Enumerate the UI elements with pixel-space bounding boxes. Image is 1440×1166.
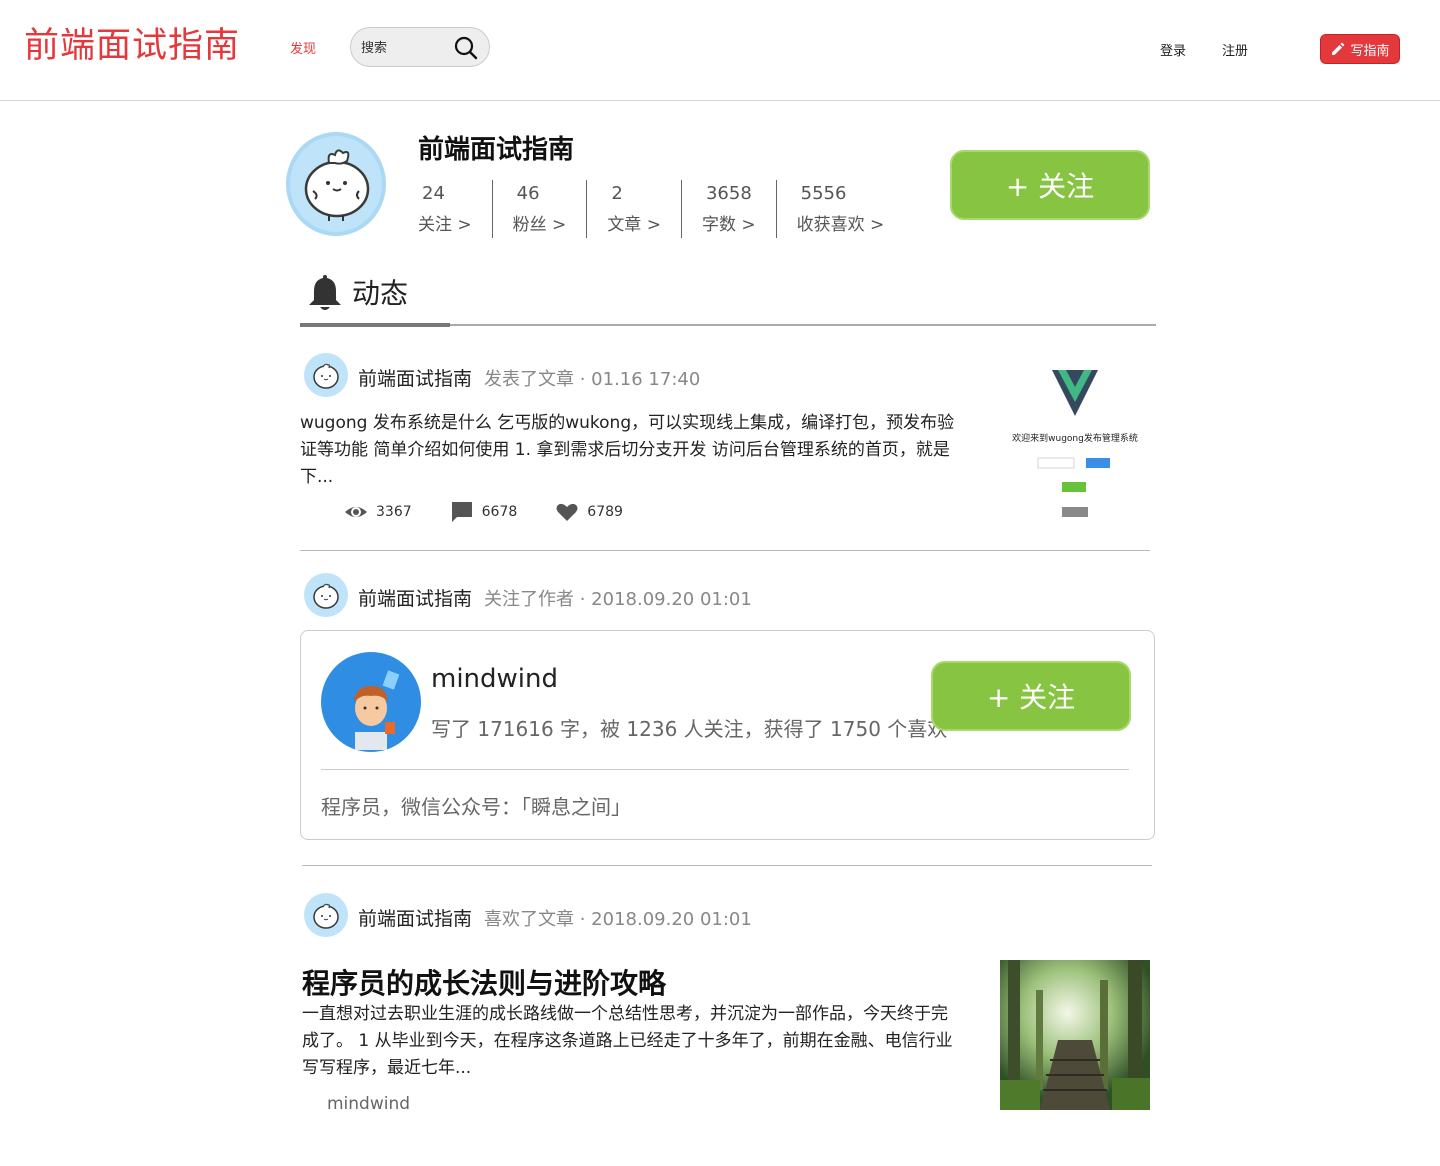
feed-divider: [300, 550, 1150, 551]
feed-action: 关注了作者 · 2018.09.20 01:01: [484, 589, 752, 610]
author-card-follow-button[interactable]: + 关注: [931, 661, 1131, 731]
author-card-stats: 写了 171616 字，被 1236 人关注，获得了 1750 个喜欢: [431, 717, 948, 741]
profile-avatar[interactable]: [285, 131, 387, 237]
feed-author[interactable]: 前端面试指南: [358, 364, 472, 391]
stat-label: 收获喜欢 >: [796, 215, 885, 235]
login-link[interactable]: 登录: [1160, 40, 1186, 59]
stat-label: 文章 >: [607, 215, 661, 235]
search-box: [350, 27, 490, 67]
pencil-icon: [1332, 42, 1345, 55]
write-guide-button[interactable]: 写指南: [1320, 34, 1400, 64]
article-author[interactable]: mindwind: [327, 1094, 410, 1114]
feed-item-header: 前端面试指南 关注了作者 · 2018.09.20 01:01: [358, 584, 752, 611]
heart-icon: [556, 503, 578, 521]
feed-metrics: 3367 6678 6789: [344, 500, 661, 524]
stat-likes-received[interactable]: 5556 收获喜欢 >: [797, 180, 905, 238]
feed-avatar[interactable]: [304, 893, 348, 937]
feed-action: 喜欢了文章 · 2018.09.20 01:01: [484, 909, 752, 930]
views-metric: 3367: [344, 500, 412, 524]
stat-word-count[interactable]: 3658 字数 >: [702, 180, 777, 238]
comments-metric: 6678: [450, 500, 518, 524]
stat-value: 24: [422, 183, 445, 204]
tab-active-indicator: [300, 323, 450, 327]
search-input[interactable]: [361, 38, 451, 58]
stat-following[interactable]: 24 关注 >: [418, 180, 493, 238]
article-thumbnail-forest[interactable]: [1000, 960, 1150, 1110]
article-summary[interactable]: 一直想对过去职业生涯的成长路线做一个总结性思考，并沉淀为一部作品，今天终于完成了…: [302, 1001, 962, 1082]
stat-value: 2: [611, 183, 623, 204]
stat-articles[interactable]: 2 文章 >: [607, 180, 682, 238]
bell-icon: [309, 275, 341, 310]
article-thumbnail-vue[interactable]: 欢迎来到wugong发布管理系统: [1000, 360, 1150, 530]
comment-icon: [451, 502, 472, 522]
likes-count: 6789: [587, 504, 623, 520]
profile-stats: 24 关注 > 46 粉丝 > 2 文章 > 3658 字数 > 5556 收获…: [418, 180, 924, 238]
comments-count: 6678: [481, 504, 518, 520]
feed-author[interactable]: 前端面试指南: [358, 904, 472, 931]
stat-label: 关注 >: [418, 215, 472, 235]
stat-label: 粉丝 >: [512, 215, 567, 235]
search-icon[interactable]: [453, 35, 479, 61]
stat-value: 46: [516, 183, 540, 204]
thumb-caption: 欢迎来到wugong发布管理系统: [1012, 432, 1138, 444]
feed-summary[interactable]: wugong 发布系统是什么 乞丐版的wukong，可以实现线上集成，编译打包，…: [300, 410, 960, 491]
write-guide-label: 写指南: [1350, 43, 1390, 59]
stat-value: 3658: [705, 183, 752, 204]
likes-metric: 6789: [555, 500, 623, 524]
register-link[interactable]: 注册: [1222, 40, 1248, 59]
author-card-divider: [321, 769, 1129, 770]
nav-discover-link[interactable]: 发现: [290, 38, 316, 57]
stat-label: 字数 >: [701, 215, 756, 235]
top-header: 前端面试指南 发现 登录 注册 写指南: [0, 0, 1440, 101]
author-card-name[interactable]: mindwind: [431, 664, 558, 694]
feed-action: 发表了文章 · 01.16 17:40: [484, 369, 701, 390]
tab-activity-label: 动态: [352, 277, 409, 310]
follow-button[interactable]: + 关注: [950, 150, 1150, 220]
feed-divider: [302, 865, 1152, 866]
feed-avatar[interactable]: [304, 353, 348, 397]
profile-name: 前端面试指南: [418, 135, 575, 165]
stat-value: 5556: [800, 183, 847, 204]
feed-item-header: 前端面试指南 喜欢了文章 · 2018.09.20 01:01: [358, 904, 752, 931]
feed-author[interactable]: 前端面试指南: [358, 584, 472, 611]
views-count: 3367: [376, 504, 412, 520]
tab-activity[interactable]: 动态: [306, 272, 408, 312]
stat-followers[interactable]: 46 粉丝 >: [513, 180, 588, 238]
author-card: mindwind 写了 171616 字，被 1236 人关注，获得了 1750…: [300, 630, 1155, 840]
author-card-avatar[interactable]: [321, 652, 421, 752]
feed-avatar[interactable]: [304, 573, 348, 617]
feed-item-header: 前端面试指南 发表了文章 · 01.16 17:40: [358, 364, 700, 391]
eye-icon: [345, 507, 367, 517]
site-logo[interactable]: 前端面试指南: [24, 24, 240, 68]
author-card-bio: 程序员，微信公众号：「瞬息之间」: [321, 795, 631, 819]
article-title[interactable]: 程序员的成长法则与进阶攻略: [302, 962, 666, 1002]
